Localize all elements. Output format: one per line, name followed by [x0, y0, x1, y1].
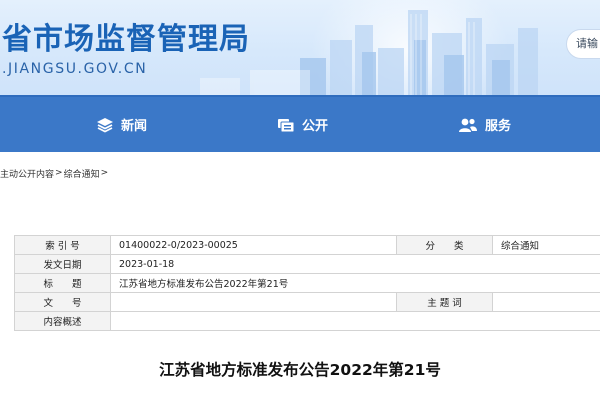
document-metadata-table: 索 引 号 01400022-0/2023-00025 分 类 综合通知 发文日… [14, 235, 600, 331]
layers-icon [97, 117, 113, 133]
table-row: 内容概述 [14, 311, 600, 331]
issue-date-value: 2023-01-18 [110, 254, 600, 274]
header-banner: 省市场监督管理局 .JIANGSU.GOV.CN 请输 [0, 0, 600, 95]
summary-value [110, 311, 600, 331]
site-title: 省市场监督管理局 [2, 22, 250, 57]
index-number-value: 01400022-0/2023-00025 [110, 235, 397, 255]
breadcrumb-item-public-content[interactable]: 主动公开内容 [0, 167, 54, 180]
table-row: 文 号 主 题 词 [14, 292, 600, 312]
doc-title-value: 江苏省地方标准发布公告2022年第21号 [110, 273, 600, 293]
category-label: 分 类 [396, 235, 493, 255]
table-row: 标 题 江苏省地方标准发布公告2022年第21号 [14, 273, 600, 293]
summary-label: 内容概述 [14, 311, 111, 331]
issue-date-label: 发文日期 [14, 254, 111, 274]
article-title: 江苏省地方标准发布公告2022年第21号 [159, 361, 441, 379]
nav-item-news[interactable]: 新闻 [96, 97, 147, 152]
subject-terms-value [492, 292, 600, 312]
doc-title-label: 标 题 [14, 273, 111, 293]
nav-item-service[interactable]: 服务 [458, 97, 511, 152]
login-button[interactable]: 请输 [566, 29, 600, 59]
table-row: 发文日期 2023-01-18 [14, 254, 600, 274]
nav-item-label: 服务 [485, 119, 512, 134]
category-value: 综合通知 [492, 235, 600, 255]
breadcrumb-item-general-notice[interactable]: 综合通知 [64, 167, 100, 180]
site-domain: .JIANGSU.GOV.CN [2, 61, 148, 77]
index-number-label: 索 引 号 [14, 235, 111, 255]
main-nav: 新闻 公开 服务 [0, 95, 600, 152]
doc-number-value [110, 292, 397, 312]
nav-item-label: 新闻 [121, 119, 148, 134]
doc-number-label: 文 号 [14, 292, 111, 312]
nav-item-open[interactable]: 公开 [277, 97, 328, 152]
users-icon [459, 118, 477, 132]
folder-stack-icon [278, 118, 295, 132]
breadcrumb: 主动公开内容 > 综合通知 > [0, 166, 109, 180]
nav-item-label: 公开 [302, 119, 329, 134]
breadcrumb-separator: > [55, 168, 63, 178]
breadcrumb-separator: > [100, 168, 109, 178]
table-row: 索 引 号 01400022-0/2023-00025 分 类 综合通知 [14, 235, 600, 255]
subject-terms-label: 主 题 词 [396, 292, 493, 312]
